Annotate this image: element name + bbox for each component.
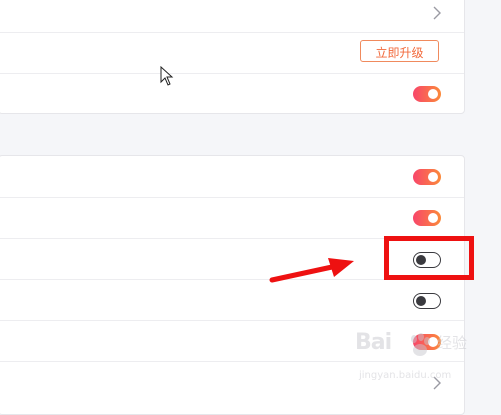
watermark-brand: Bai bbox=[355, 330, 392, 355]
chevron-right-icon[interactable] bbox=[431, 6, 443, 20]
toggle-row-4[interactable] bbox=[413, 169, 441, 185]
toggle-knob bbox=[428, 89, 438, 99]
paw-logo-icon bbox=[411, 333, 430, 356]
toggle-row-5[interactable] bbox=[413, 210, 441, 226]
highlight-box bbox=[384, 236, 474, 280]
mouse-cursor-icon bbox=[160, 66, 174, 86]
toggle-knob bbox=[428, 213, 438, 223]
toggle-knob bbox=[428, 172, 438, 182]
settings-row-2: 立即升级 bbox=[0, 33, 464, 74]
settings-row-1[interactable] bbox=[0, 0, 464, 36]
settings-row-4 bbox=[0, 156, 464, 197]
settings-row-5 bbox=[0, 198, 464, 239]
upgrade-now-button[interactable]: 立即升级 bbox=[360, 40, 439, 62]
watermark: Bai 经验 jingyan.baidu.com bbox=[355, 330, 495, 390]
watermark-brand-cn: 经验 bbox=[437, 334, 468, 352]
settings-row-7 bbox=[0, 280, 464, 321]
settings-card-top: 立即升级 bbox=[0, 0, 465, 114]
toggle-knob bbox=[416, 295, 426, 306]
red-arrow-icon bbox=[269, 258, 354, 283]
watermark-url: jingyan.baidu.com bbox=[359, 370, 452, 381]
toggle-row-7[interactable] bbox=[413, 293, 441, 309]
settings-row-3 bbox=[0, 74, 464, 115]
toggle-row-3[interactable] bbox=[413, 86, 441, 102]
